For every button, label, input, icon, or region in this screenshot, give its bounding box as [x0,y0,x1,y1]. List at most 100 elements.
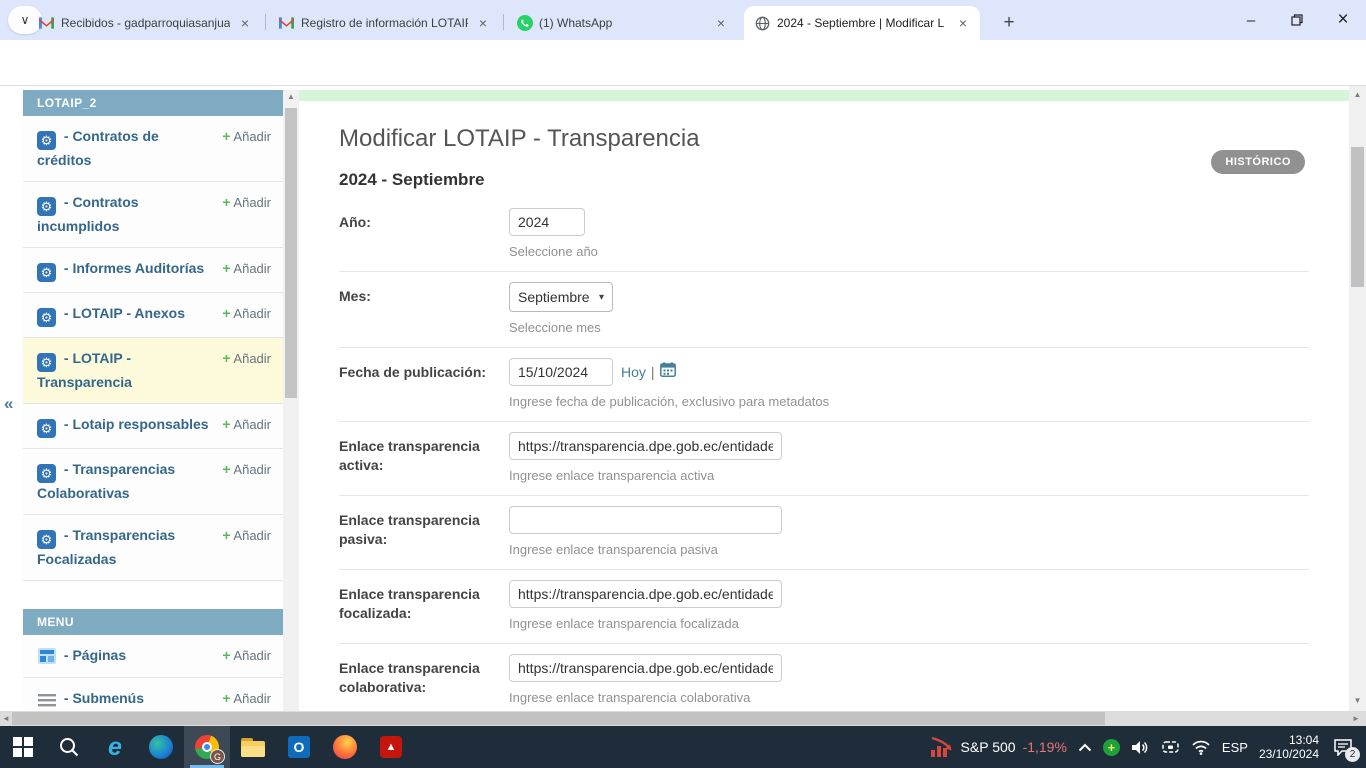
page-horizontal-scrollbar-thumb[interactable] [12,712,1105,725]
enlace-pasiva-input[interactable] [509,506,782,534]
scroll-down-icon[interactable]: ▼ [1349,694,1366,708]
add-link[interactable]: + Añadir [222,258,271,279]
add-link[interactable]: + Añadir [222,525,271,546]
sidebar-item-informes-auditorias[interactable]: + Añadir ⚙ - Informes Auditorías [23,248,283,293]
sidebar-item-label[interactable]: - Lotaip responsables [64,416,209,432]
window-controls: – × [1228,0,1366,40]
close-icon[interactable]: × [954,14,972,32]
antivirus-icon[interactable]: + [1103,739,1120,756]
acrobat-icon[interactable]: ▲ [368,726,414,768]
historico-button[interactable]: HISTÓRICO [1211,150,1305,174]
sidebar-item-lotaip-responsables[interactable]: + Añadir ⚙ - Lotaip responsables [23,404,283,449]
fecha-publicacion-input[interactable] [509,358,613,386]
sidebar-item-label[interactable]: - Informes Auditorías [64,260,204,276]
tray-chevron-up-icon[interactable] [1078,743,1092,752]
sidebar-item-label[interactable]: - Transparencias Focalizadas [37,527,175,567]
whatsapp-icon [516,15,533,32]
sidebar-section-menu: MENU [23,609,283,635]
firefox-icon[interactable] [322,726,368,768]
enlace-activa-input[interactable] [509,432,782,460]
sidebar-item-label[interactable]: - Submenús [64,690,144,706]
sidebar-item-contratos-incumplidos[interactable]: + Añadir ⚙ - Contratos incumplidos [23,182,283,248]
sidebar-section-lotaip2: LOTAIP_2 [23,90,283,116]
restore-button[interactable] [1274,0,1320,40]
add-link[interactable]: + Añadir [222,459,271,480]
page-scrollbar-thumb[interactable] [1351,147,1364,287]
enlace-colaborativa-input[interactable] [509,654,782,682]
tab-gmail-recibidos[interactable]: Recibidos - gadparroquiasanjua × [28,6,262,40]
tab-separator [503,14,504,30]
sidebar-item-submenus[interactable]: + Añadir - Submenús [23,678,283,711]
sidebar-item-label[interactable]: - LOTAIP - Anexos [64,305,185,321]
field-row-anio: Año: Seleccione año [339,198,1309,272]
scroll-right-icon[interactable]: ► [1350,711,1362,726]
sidebar-item-transparencias-focalizadas[interactable]: + Añadir ⚙ - Transparencias Focalizadas [23,515,283,581]
browser-tab-strip: ∨ Recibidos - gadparroquiasanjua × Regis… [0,0,1366,40]
calendar-icon[interactable] [660,362,676,382]
gear-icon: ⚙ [37,530,56,549]
scroll-up-icon[interactable]: ▲ [1349,88,1366,102]
sidebar-item-lotaip-transparencia[interactable]: + Añadir ⚙ - LOTAIP - Transparencia [23,338,283,404]
edge-icon[interactable] [138,726,184,768]
notification-center-icon[interactable]: 2 [1330,734,1356,760]
admin-sidebar: LOTAIP_2 + Añadir ⚙ - Contratos de crédi… [23,90,283,711]
close-icon[interactable]: × [712,14,730,32]
sidebar-item-label[interactable]: - Páginas [64,647,126,663]
sidebar-item-lotaip-anexos[interactable]: + Añadir ⚙ - LOTAIP - Anexos [23,293,283,338]
start-button[interactable] [0,726,46,768]
tab-title: (1) WhatsApp [539,16,706,30]
page-vertical-scrollbar[interactable]: ▲ ▼ [1349,86,1366,711]
sidebar-item-paginas[interactable]: + Añadir - Páginas [23,635,283,678]
sidebar-scrollbar[interactable]: ▲ [283,90,299,711]
language-indicator[interactable]: ESP [1222,740,1248,755]
page-body: « LOTAIP_2 + Añadir ⚙ - Contratos de cré… [0,86,1366,726]
anio-input[interactable] [509,208,585,236]
clock[interactable]: 13:04 23/10/2024 [1259,733,1319,761]
sidebar-item-contratos-creditos[interactable]: + Añadir ⚙ - Contratos de créditos [23,116,283,182]
wifi-icon[interactable] [1191,740,1211,755]
add-link[interactable]: + Añadir [222,645,271,666]
mes-select[interactable]: Septiembre ▾ [509,282,613,312]
plus-icon: + [222,461,230,477]
new-tab-button[interactable]: + [995,9,1023,37]
sidebar-collapse-button[interactable]: « [4,394,13,414]
success-message-strip [299,90,1349,101]
internet-explorer-icon[interactable]: e [92,726,138,768]
field-row-enlace-focalizada: Enlace transparencia focalizada: Ingrese… [339,570,1309,644]
sidebar-item-transparencias-colaborativas[interactable]: + Añadir ⚙ - Transparencias Colaborativa… [23,449,283,515]
globe-icon [754,15,771,32]
add-link[interactable]: + Añadir [222,414,271,435]
minimize-button[interactable]: – [1228,0,1274,40]
add-link[interactable]: + Añadir [222,348,271,369]
sidebar-spacer [23,581,283,609]
add-link[interactable]: + Añadir [222,688,271,709]
tab-whatsapp[interactable]: (1) WhatsApp × [506,6,738,40]
page-horizontal-scrollbar[interactable]: ◄ ► [0,711,1366,726]
volume-icon[interactable] [1131,739,1150,756]
tab-modificar-lotaip-active[interactable]: 2024 - Septiembre | Modificar L × [744,6,980,40]
field-help: Ingrese enlace transparencia colaborativ… [509,690,1309,705]
sidebar-item-label[interactable]: - Transparencias Colaborativas [37,461,175,501]
chrome-icon-active[interactable]: G [184,726,230,768]
sidebar-scrollbar-thumb[interactable] [285,108,297,398]
close-window-button[interactable]: × [1320,0,1366,40]
add-link[interactable]: + Añadir [222,192,271,213]
close-icon[interactable]: × [236,14,254,32]
stock-widget[interactable]: S&P 500 -1,19% [930,736,1067,758]
field-label: Enlace transparencia pasiva: [339,506,509,557]
outlook-icon[interactable]: O [276,726,322,768]
plus-icon: + [222,305,230,321]
file-explorer-icon[interactable] [230,726,276,768]
add-link[interactable]: + Añadir [222,126,271,147]
hoy-link[interactable]: Hoy [621,364,646,380]
field-help: Ingrese fecha de publicación, exclusivo … [509,394,1309,409]
add-link[interactable]: + Añadir [222,303,271,324]
meet-now-icon[interactable] [1161,739,1180,755]
taskbar-search-icon[interactable] [46,726,92,768]
scroll-up-icon[interactable]: ▲ [283,90,299,104]
tab-registro-lotaip[interactable]: Registro de información LOTAIP × [268,6,500,40]
enlace-focalizada-input[interactable] [509,580,782,608]
chrome-profile-badge: G [210,749,225,764]
close-icon[interactable]: × [474,14,492,32]
scroll-left-icon[interactable]: ◄ [0,711,12,726]
